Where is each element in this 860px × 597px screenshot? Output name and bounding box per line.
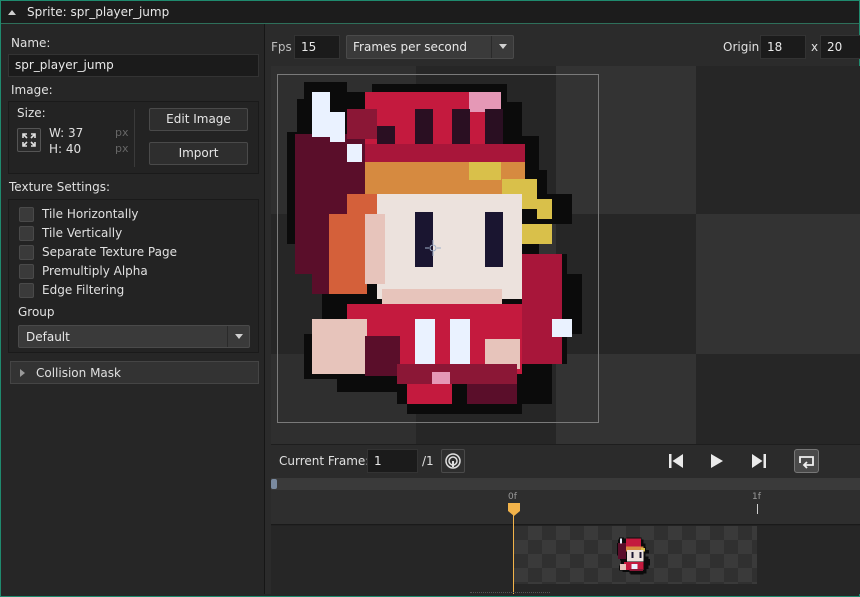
skip-to-start-icon[interactable]	[668, 453, 686, 469]
collapse-icon[interactable]	[8, 10, 16, 15]
sprite-image	[287, 82, 582, 414]
window-title: Sprite: spr_player_jump	[27, 5, 170, 19]
sprite-name-input[interactable]: spr_player_jump	[8, 54, 259, 77]
checker-tile	[696, 66, 860, 214]
texture-settings-label: Texture Settings:	[9, 180, 111, 194]
premultiply-alpha-label: Premultiply Alpha	[42, 264, 148, 278]
import-button[interactable]: Import	[149, 142, 248, 165]
edge-filtering-checkbox[interactable]	[19, 283, 34, 298]
fps-input[interactable]: 15	[294, 35, 340, 59]
properties-panel: Name: spr_player_jump Image: Size: W: 37…	[1, 24, 264, 594]
size-label: Size:	[17, 106, 46, 120]
group-dropdown-toggle[interactable]	[227, 326, 249, 347]
speed-mode-dropdown[interactable]: Frames per second	[346, 35, 514, 59]
separate-texture-page-checkbox[interactable]	[19, 245, 34, 260]
onion-skin-button[interactable]	[441, 449, 465, 473]
origin-label: Origin	[723, 40, 760, 54]
resize-icon	[22, 133, 36, 147]
scrollbar-thumb[interactable]	[271, 479, 277, 489]
image-label: Image:	[11, 83, 53, 97]
speed-mode-toggle[interactable]	[491, 36, 513, 58]
frame-tick	[757, 504, 758, 514]
expand-arrow-icon	[20, 369, 25, 377]
premultiply-alpha-checkbox[interactable]	[19, 264, 34, 279]
resize-button[interactable]	[17, 128, 41, 152]
edge-filtering-label: Edge Filtering	[42, 283, 125, 297]
group-label: Group	[18, 305, 55, 319]
playhead-handle-icon[interactable]	[508, 503, 520, 516]
playhead-line	[513, 514, 514, 594]
loop-icon	[799, 456, 814, 469]
name-label: Name:	[11, 36, 51, 50]
frame-marker-1: 1f	[752, 492, 761, 502]
checker-tile	[696, 214, 860, 354]
play-icon[interactable]	[709, 453, 725, 469]
loop-toggle-button[interactable]	[794, 449, 819, 473]
character-pixel-art	[287, 82, 582, 414]
group-dropdown-value: Default	[26, 330, 70, 344]
origin-y-input[interactable]: 20	[820, 35, 860, 59]
collision-mask-header[interactable]: Collision Mask	[10, 361, 259, 384]
tile-horizontally-checkbox[interactable]	[19, 207, 34, 222]
current-frame-input[interactable]: 1	[367, 449, 418, 473]
fps-label: Fps	[271, 40, 292, 54]
frame-cell[interactable]	[514, 526, 757, 584]
speed-mode-value: Frames per second	[353, 40, 467, 54]
timeline-scrollbar[interactable]	[271, 478, 860, 490]
chevron-down-icon	[235, 334, 243, 339]
collision-mask-label: Collision Mask	[36, 366, 121, 380]
divider	[134, 109, 135, 167]
edit-image-button[interactable]: Edit Image	[149, 108, 248, 131]
group-dropdown[interactable]: Default	[18, 325, 250, 348]
tile-vertically-label: Tile Vertically	[42, 226, 123, 240]
height-value: H: 40	[49, 142, 82, 156]
separate-texture-page-label: Separate Texture Page	[42, 245, 177, 259]
width-value: W: 37	[49, 126, 84, 140]
width-unit: px	[115, 126, 129, 139]
skip-to-end-icon[interactable]	[750, 453, 768, 469]
height-unit: px	[115, 142, 129, 155]
chevron-down-icon	[499, 44, 507, 49]
timeline-ruler[interactable]	[271, 490, 860, 525]
resize-grip[interactable]	[470, 592, 550, 594]
frame-thumbnail	[617, 537, 651, 575]
origin-separator: x	[811, 40, 819, 54]
timeline[interactable]: 0f 1f	[271, 478, 860, 594]
frame-total: /1	[422, 454, 434, 468]
checker-tile	[696, 354, 860, 444]
tile-vertically-checkbox[interactable]	[19, 226, 34, 241]
origin-x-input[interactable]: 18	[760, 35, 806, 59]
title-bar[interactable]: Sprite: spr_player_jump	[1, 1, 859, 24]
frame-marker-0: 0f	[508, 492, 517, 502]
onion-skin-icon	[445, 453, 461, 469]
tile-horizontally-label: Tile Horizontally	[42, 207, 139, 221]
current-frame-label: Current Frame:	[279, 454, 370, 468]
